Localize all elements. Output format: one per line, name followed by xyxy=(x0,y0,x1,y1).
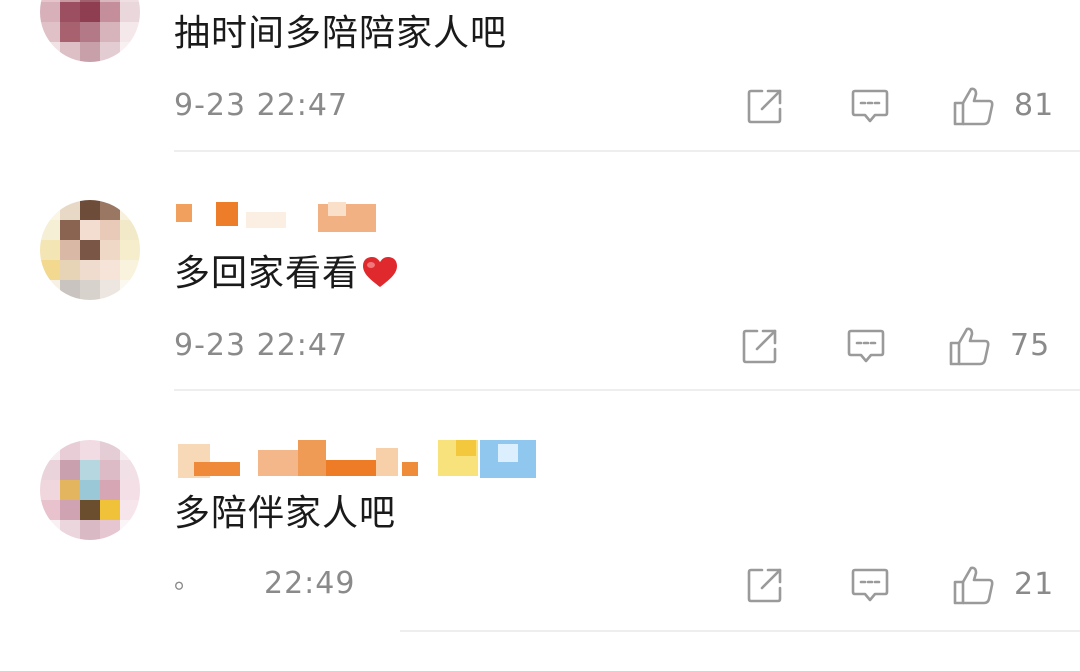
comment-text: 抽时间多陪陪家人吧 xyxy=(174,13,508,54)
comment-icon xyxy=(847,329,885,363)
reply-button[interactable] xyxy=(851,88,889,124)
comment-time: 9-23 22:47 xyxy=(174,88,349,123)
share-button[interactable] xyxy=(741,327,779,365)
like-count: 81 xyxy=(1014,88,1055,123)
username[interactable] xyxy=(176,440,546,478)
like-count: 75 xyxy=(1010,328,1051,363)
reply-button[interactable] xyxy=(851,567,889,603)
comment-icon xyxy=(851,568,889,602)
comment-icon xyxy=(851,89,889,123)
comment-text: 多陪伴家人吧 xyxy=(174,493,397,534)
like-button[interactable] xyxy=(948,325,992,367)
comment-list: 抽时间多陪陪家人吧 9-23 22:47 81 多回家看看 9-23 22:47… xyxy=(0,0,1080,671)
comment-time: 22:49 xyxy=(264,566,356,601)
share-button[interactable] xyxy=(746,566,784,604)
thumbs-up-icon xyxy=(953,87,994,126)
divider xyxy=(174,389,1080,391)
divider xyxy=(174,150,1080,152)
share-icon xyxy=(747,89,782,124)
username[interactable] xyxy=(176,200,386,236)
share-button[interactable] xyxy=(746,87,784,125)
thumbs-up-icon xyxy=(949,327,990,366)
comment-time: 9-23 22:47 xyxy=(174,328,349,363)
thumbs-up-icon xyxy=(953,566,994,605)
share-icon xyxy=(747,568,782,603)
reply-button[interactable] xyxy=(847,328,885,364)
avatar[interactable] xyxy=(40,200,140,300)
divider xyxy=(400,630,1080,632)
comment-text: 多回家看看 xyxy=(174,252,399,296)
comment-date-prefix: 。 xyxy=(174,565,201,595)
share-icon xyxy=(742,329,777,364)
red-heart-emoji xyxy=(363,257,398,287)
like-button[interactable] xyxy=(952,85,996,127)
avatar[interactable] xyxy=(40,0,140,62)
like-count: 21 xyxy=(1014,567,1055,602)
avatar[interactable] xyxy=(40,440,140,540)
like-button[interactable] xyxy=(952,564,996,606)
